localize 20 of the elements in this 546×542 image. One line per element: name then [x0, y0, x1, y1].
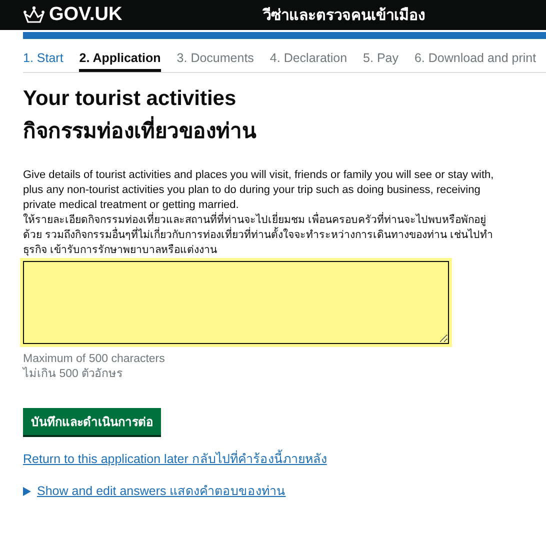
service-name[interactable]: วีซ่าและตรวจคนเข้าเมือง [263, 3, 425, 27]
hint-text: ไม่เกิน 500 ตัวอักษร [23, 367, 124, 382]
progress-step[interactable]: 1. Start [23, 51, 64, 72]
return-link[interactable]: Return to this application later กลับไปที่คำร้องนี้ภายหลัง [23, 449, 327, 469]
progress-step: 3. Documents [176, 51, 254, 72]
page-heading: กิจกรรมท่องเที่ยวของท่าน [23, 116, 523, 148]
details-link[interactable]: Show and edit answers แสดงคำตอบของท่าน [37, 481, 286, 501]
page-heading: Your tourist activities [23, 86, 238, 112]
hint-text: Maximum of 500 characters [23, 352, 166, 366]
save-button[interactable]: บันทึกและดำเนินการต่อ [23, 408, 161, 437]
progress-step: 5. Pay [363, 51, 398, 72]
description: ให้รายละเอียดกิจกรรมท่องเที่ยวและสถานที่ที่ท่านจะไปเยี่ยมชม เพื่อนครอบครัวที่ท่านจะไปพบหรือพักอยู่ด้วย รวมถึงกิจกรรมอื่นๆที่ไม่เกี่ยวกับการท่องเที่ยวที่ท่านตั้งใจจะทำระหว่างการเดินทางของท่าน เช่นไปทำธุรกิจ เข้ารับการรักษาพยาบาลหรือแต่งงาน [23, 213, 494, 258]
description: Give details of tourist activities and places you will visit, friends or family you will see or stay with, plus any non-tourist activities you plan to do during your trip such as doing business, receiving private medical treatment or getting married. [23, 168, 495, 212]
progress-step: 6. Download and print [414, 51, 536, 72]
crown-icon [23, 6, 45, 24]
progress-step: 2. Application [79, 51, 161, 72]
progress-step: 4. Declaration [270, 51, 348, 72]
logo-text: GOV.UK [49, 4, 122, 26]
logo[interactable]: GOV.UK [23, 4, 223, 26]
activities-field[interactable] [23, 261, 449, 344]
